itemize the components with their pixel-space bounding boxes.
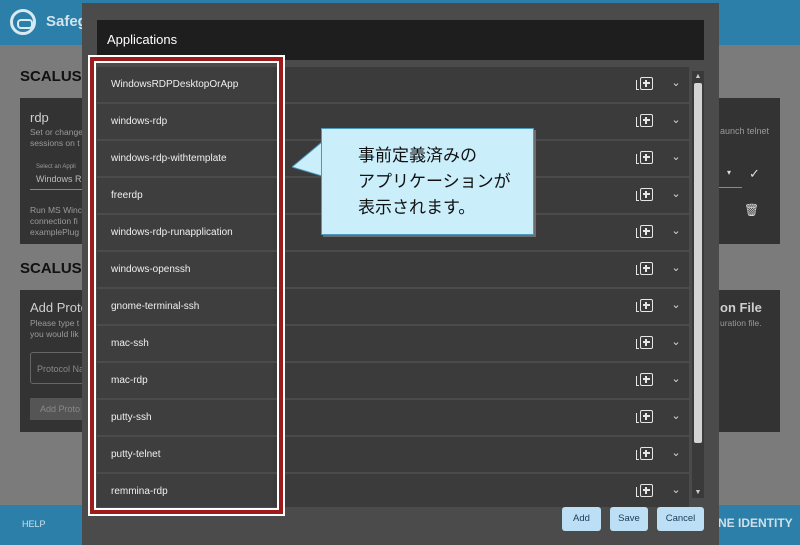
add-to-library-icon[interactable]	[636, 373, 653, 386]
check-circle-icon[interactable]: ✓	[749, 166, 760, 182]
right-card-text: aunch telnet	[720, 126, 770, 136]
chevron-down-icon[interactable]: ⌄	[670, 373, 682, 385]
callout-box: 事前定義済みの アプリケーションが 表示されます。	[321, 128, 534, 235]
add-protocol-desc-1: Please type t	[30, 318, 80, 328]
footer-identity: NE IDENTITY	[718, 516, 793, 530]
application-row[interactable]: remmina-rdp ⌄	[97, 474, 689, 507]
chevron-down-icon[interactable]: ⌄	[670, 225, 682, 237]
application-name-cell: freerdp	[97, 178, 273, 213]
callout-line-2: アプリケーションが	[358, 172, 511, 192]
callout-text: 事前定義済みの アプリケーションが 表示されます。	[358, 143, 511, 221]
application-row[interactable]: mac-rdp ⌄	[97, 363, 689, 398]
application-name: windows-openssh	[111, 264, 191, 275]
card-note-line-1: Run MS Winc	[30, 205, 82, 215]
add-protocol-title: Add Proto	[30, 300, 88, 315]
scroll-down-arrow-icon[interactable]: ▼	[692, 487, 704, 498]
card-desc-line-2: sessions on t	[30, 138, 80, 148]
add-to-library-icon[interactable]	[636, 262, 653, 275]
footer-help-link[interactable]: HELP	[22, 519, 46, 529]
scroll-up-arrow-icon[interactable]: ▲	[692, 71, 704, 82]
add-to-library-icon[interactable]	[636, 225, 653, 238]
dialog-title: Applications	[107, 32, 178, 47]
chevron-down-icon[interactable]: ⌄	[670, 336, 682, 348]
application-row[interactable]: mac-ssh ⌄	[97, 326, 689, 361]
add-to-library-icon[interactable]	[636, 114, 653, 127]
add-to-library-icon[interactable]	[636, 299, 653, 312]
chevron-down-icon[interactable]: ⌄	[670, 188, 682, 200]
application-name: mac-ssh	[111, 338, 149, 349]
protocol-name-placeholder: Protocol Na	[37, 364, 85, 374]
add-to-library-icon[interactable]	[636, 410, 653, 423]
application-name-cell: WindowsRDPDesktopOrApp	[97, 67, 273, 102]
card-note-line-3: examplePlug	[30, 227, 80, 237]
chevron-down-icon[interactable]: ⌄	[670, 299, 682, 311]
application-name: freerdp	[111, 190, 143, 201]
chevron-down-icon[interactable]: ⌄	[670, 151, 682, 163]
application-row[interactable]: WindowsRDPDesktopOrApp ⌄	[97, 67, 689, 102]
card-desc-line-1: Set or change	[30, 127, 83, 137]
application-name: putty-telnet	[111, 449, 161, 460]
applications-dialog: Applications WindowsRDPDesktopOrApp ⌄ wind…	[82, 3, 719, 545]
application-name-cell: windows-rdp	[97, 104, 273, 139]
add-to-library-icon[interactable]	[636, 188, 653, 201]
chevron-down-icon[interactable]: ⌄	[670, 447, 682, 459]
dialog-header: Applications	[97, 20, 704, 60]
chevron-down-icon[interactable]: ⌄	[670, 114, 682, 126]
chevron-down-icon[interactable]: ⌄	[670, 410, 682, 422]
callout-line-3: 表示されます。	[358, 198, 476, 218]
add-button[interactable]: Add	[562, 507, 601, 531]
application-name-cell: windows-rdp-withtemplate	[97, 141, 273, 176]
add-to-library-icon[interactable]	[636, 77, 653, 90]
add-protocol-button-label: Add Proto	[40, 404, 81, 414]
card-title-rdp: rdp	[30, 110, 49, 125]
application-select-value: Windows R	[36, 174, 82, 184]
application-name-cell: putty-ssh	[97, 400, 273, 435]
application-row[interactable]: putty-ssh ⌄	[97, 400, 689, 435]
application-name-cell: putty-telnet	[97, 437, 273, 472]
application-name: putty-ssh	[111, 412, 152, 423]
scroll-thumb[interactable]	[694, 83, 702, 443]
section-heading-2: SCALUS	[20, 260, 82, 277]
card-note-line-2: connection fi	[30, 216, 78, 226]
application-select-label: Select an Appli	[36, 164, 76, 170]
chevron-down-icon[interactable]: ⌄	[670, 484, 682, 496]
chevron-down-icon[interactable]: ⌄	[670, 262, 682, 274]
config-file-title: on File	[720, 300, 762, 315]
application-name: remmina-rdp	[111, 486, 168, 497]
callout-line-1: 事前定義済みの	[358, 146, 477, 166]
application-name-cell: gnome-terminal-ssh	[97, 289, 273, 324]
application-name: windows-rdp-runapplication	[111, 227, 233, 238]
save-button[interactable]: Save	[610, 507, 648, 531]
application-name: WindowsRDPDesktopOrApp	[111, 79, 239, 90]
section-heading-1: SCALUS	[20, 68, 82, 85]
add-to-library-icon[interactable]	[636, 484, 653, 497]
app-logo-icon	[10, 9, 36, 35]
application-name: gnome-terminal-ssh	[111, 301, 200, 312]
application-name-cell: remmina-rdp	[97, 474, 273, 507]
trash-icon[interactable]: 🗑	[744, 203, 759, 217]
dropdown-caret-icon[interactable]: ▾	[727, 168, 731, 177]
add-protocol-desc-2: you would lik	[30, 329, 79, 339]
application-name-cell: windows-rdp-runapplication	[97, 215, 273, 250]
app-name: Safeg	[46, 13, 87, 30]
application-name: mac-rdp	[111, 375, 148, 386]
cancel-button[interactable]: Cancel	[657, 507, 704, 531]
add-to-library-icon[interactable]	[636, 151, 653, 164]
application-name-cell: windows-openssh	[97, 252, 273, 287]
list-scrollbar[interactable]: ▲ ▼	[692, 71, 704, 498]
application-row[interactable]: gnome-terminal-ssh ⌄	[97, 289, 689, 324]
application-name-cell: mac-rdp	[97, 363, 273, 398]
add-to-library-icon[interactable]	[636, 447, 653, 460]
chevron-down-icon[interactable]: ⌄	[670, 77, 682, 89]
application-name: windows-rdp	[111, 116, 168, 127]
application-row[interactable]: windows-openssh ⌄	[97, 252, 689, 287]
application-name-cell: mac-ssh	[97, 326, 273, 361]
application-row[interactable]: putty-telnet ⌄	[97, 437, 689, 472]
config-file-desc: uration file.	[720, 318, 762, 328]
add-to-library-icon[interactable]	[636, 336, 653, 349]
application-name: windows-rdp-withtemplate	[111, 153, 227, 164]
